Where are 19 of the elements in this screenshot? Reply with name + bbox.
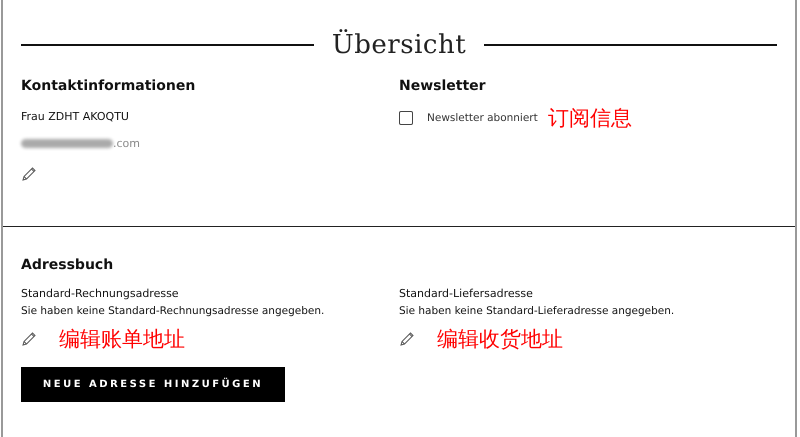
page-title: Übersicht (332, 30, 466, 60)
section-heading: Newsletter (399, 78, 487, 94)
annotation-text: 订阅信息 (548, 105, 632, 132)
address-note: Sie haben keine Standard-Lieferadresse angegeben. (399, 305, 676, 317)
checkbox-label: Newsletter abonniert (427, 112, 538, 124)
address-note: Sie haben keine Standard-Rechnungsadresse angegeben. (21, 305, 326, 317)
pencil-icon[interactable] (399, 331, 415, 347)
pencil-icon[interactable] (21, 166, 37, 182)
email-text: .com (113, 137, 140, 150)
address-title: Standard-Rechnungsadresse (21, 287, 180, 300)
section-heading: Adressbuch (21, 257, 114, 273)
section-heading: Kontaktinformationen (21, 78, 196, 94)
annotation-text: 编辑收货地址 (437, 326, 563, 353)
address-title: Standard-Liefersadresse (399, 287, 534, 300)
pencil-icon[interactable] (21, 331, 37, 347)
checkbox[interactable] (399, 111, 413, 125)
annotation-text: 编辑账单地址 (59, 326, 185, 353)
customer-name: Frau ZDHT AKOQTU (21, 110, 130, 123)
add-address-button[interactable]: NEUE ADRESSE HINZUFÜGEN (21, 367, 285, 402)
